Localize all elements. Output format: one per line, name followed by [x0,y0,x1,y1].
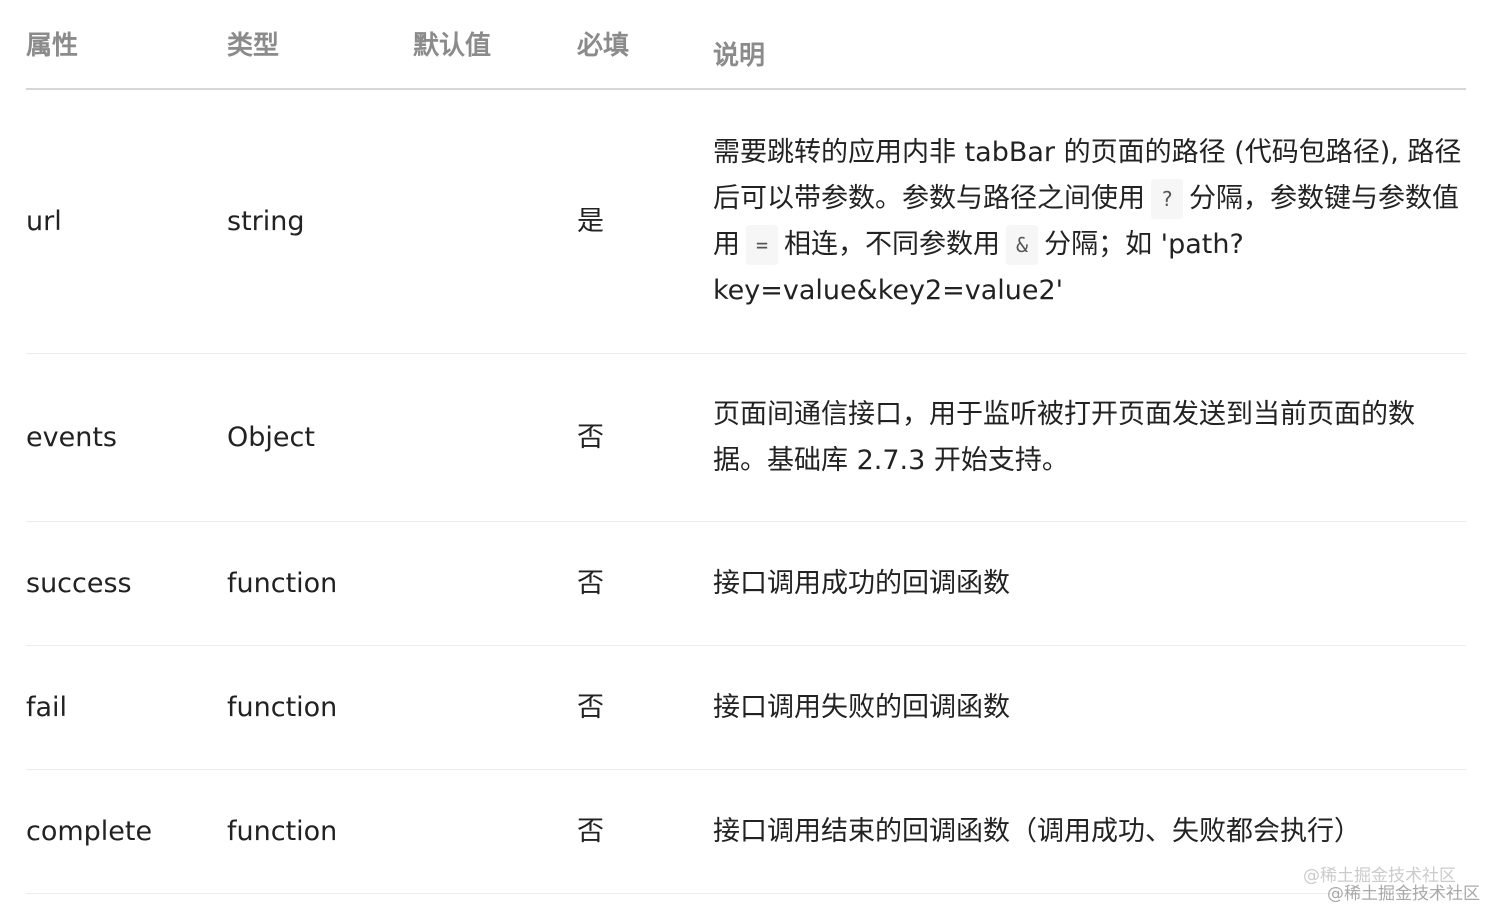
param-type: string [227,206,305,237]
description-text: 接口调用失败的回调函数 [713,691,1010,723]
header-name: 属性 [26,31,79,61]
table-row: events Object 否 页面间通信接口，用于监听被打开页面发送到当前页面… [26,354,1466,522]
param-required: 否 [577,422,604,453]
param-type: function [227,692,338,723]
table-row: url string 是 需要跳转的应用内非 tabBar 的页面的路径 (代码… [26,90,1466,354]
param-required: 否 [577,816,604,847]
param-name: success [26,568,132,599]
description-text: 接口调用结束的回调函数（调用成功、失败都会执行） [713,815,1361,847]
watermark-line-2: @稀土掘金技术社区 [1327,884,1480,904]
header-type: 类型 [227,31,280,61]
table-row: complete function 否 接口调用结束的回调函数（调用成功、失败都… [26,770,1466,894]
parameters-table: 属性 类型 默认值 必填 说明 url string 是 需要跳转的应用内非 t… [26,0,1466,894]
inline-code: ? [1151,179,1184,219]
watermark: @稀土掘金技术社区 @稀土掘金技术社区 [1303,868,1480,903]
param-type: function [227,568,338,599]
param-required: 否 [577,692,604,723]
header-default: 默认值 [413,31,492,61]
param-name: fail [26,692,68,723]
param-required: 是 [577,206,604,237]
param-description: 需要跳转的应用内非 tabBar 的页面的路径 (代码包路径), 路径后可以带参… [713,90,1466,353]
param-name: complete [26,816,153,847]
param-required: 否 [577,568,604,599]
table-header-row: 属性 类型 默认值 必填 说明 [26,0,1466,90]
table-row: success function 否 接口调用成功的回调函数 [26,522,1466,646]
param-name: url [26,206,62,237]
header-description: 说明 [713,41,766,71]
table-row: fail function 否 接口调用失败的回调函数 [26,646,1466,770]
param-type: Object [227,422,315,453]
param-description: 页面间通信接口，用于监听被打开页面发送到当前页面的数据。基础库 2.7.3 开始… [713,354,1466,521]
inline-code: & [1006,225,1039,265]
inline-code: = [746,225,779,265]
param-description: 接口调用失败的回调函数 [713,646,1466,769]
watermark-line-1: @稀土掘金技术社区 [1303,866,1456,886]
description-text: 需要跳转的应用内非 tabBar 的页面的路径 (代码包路径), 路径后可以带参… [713,130,1466,314]
param-name: events [26,422,117,453]
param-description: 接口调用成功的回调函数 [713,522,1466,645]
description-text: 接口调用成功的回调函数 [713,567,1010,599]
description-segment: 相连，不同参数用 [784,228,1001,260]
header-required: 必填 [577,31,630,61]
param-type: function [227,816,338,847]
description-text: 页面间通信接口，用于监听被打开页面发送到当前页面的数据。基础库 2.7.3 开始… [713,398,1415,476]
